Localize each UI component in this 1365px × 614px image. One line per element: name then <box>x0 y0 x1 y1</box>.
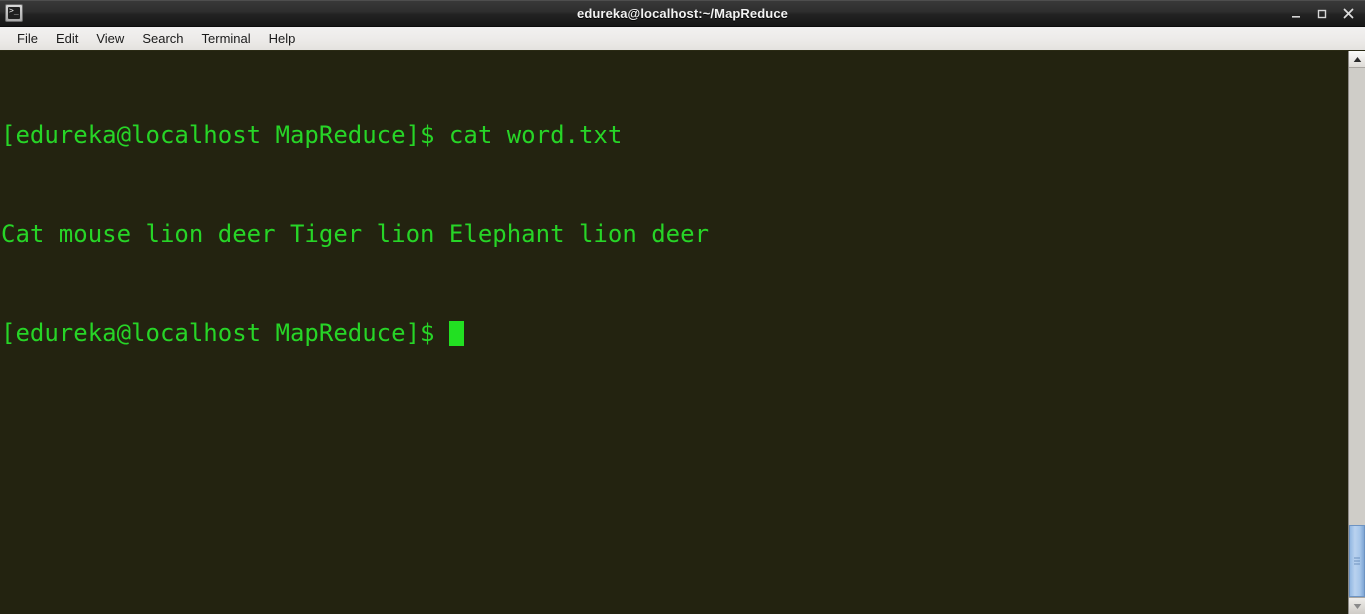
minimize-button[interactable] <box>1283 3 1309 25</box>
scroll-down-arrow-icon[interactable] <box>1349 597 1365 614</box>
menu-item-edit[interactable]: Edit <box>47 29 87 49</box>
menu-item-file[interactable]: File <box>8 29 47 49</box>
terminal-body: [edureka@localhost MapReduce]$ cat word.… <box>0 51 1365 614</box>
terminal-cursor <box>448 321 464 346</box>
terminal-prompt-text: [edureka@localhost MapReduce]$ <box>1 319 449 347</box>
maximize-button[interactable] <box>1309 3 1335 25</box>
scroll-up-arrow-icon[interactable] <box>1349 51 1365 68</box>
window-controls <box>1283 0 1361 27</box>
window-title: edureka@localhost:~/MapReduce <box>577 5 788 21</box>
menu-item-help[interactable]: Help <box>260 29 305 49</box>
terminal-line-output: Cat mouse lion deer Tiger lion Elephant … <box>1 220 710 248</box>
title-bar[interactable]: edureka@localhost:~/MapReduce <box>0 0 1365 27</box>
scrollbar-grip-icon <box>1354 556 1360 567</box>
close-button[interactable] <box>1335 3 1361 25</box>
terminal-window: edureka@localhost:~/MapReduce File Edit <box>0 0 1365 614</box>
menu-item-view[interactable]: View <box>87 29 133 49</box>
terminal-icon <box>5 4 23 22</box>
menu-item-terminal[interactable]: Terminal <box>193 29 260 49</box>
terminal-line-command: [edureka@localhost MapReduce]$ cat word.… <box>1 121 623 149</box>
menu-item-search[interactable]: Search <box>133 29 192 49</box>
terminal-icon-screen <box>8 5 20 19</box>
scrollbar-thumb[interactable] <box>1349 525 1365 597</box>
scrollbar-track[interactable] <box>1349 68 1365 597</box>
terminal-scrollbar[interactable] <box>1348 51 1365 614</box>
terminal-output-area[interactable]: [edureka@localhost MapReduce]$ cat word.… <box>0 51 1348 614</box>
menu-bar: File Edit View Search Terminal Help <box>0 27 1365 51</box>
terminal-line-prompt: [edureka@localhost MapReduce]$ <box>1 317 1348 350</box>
